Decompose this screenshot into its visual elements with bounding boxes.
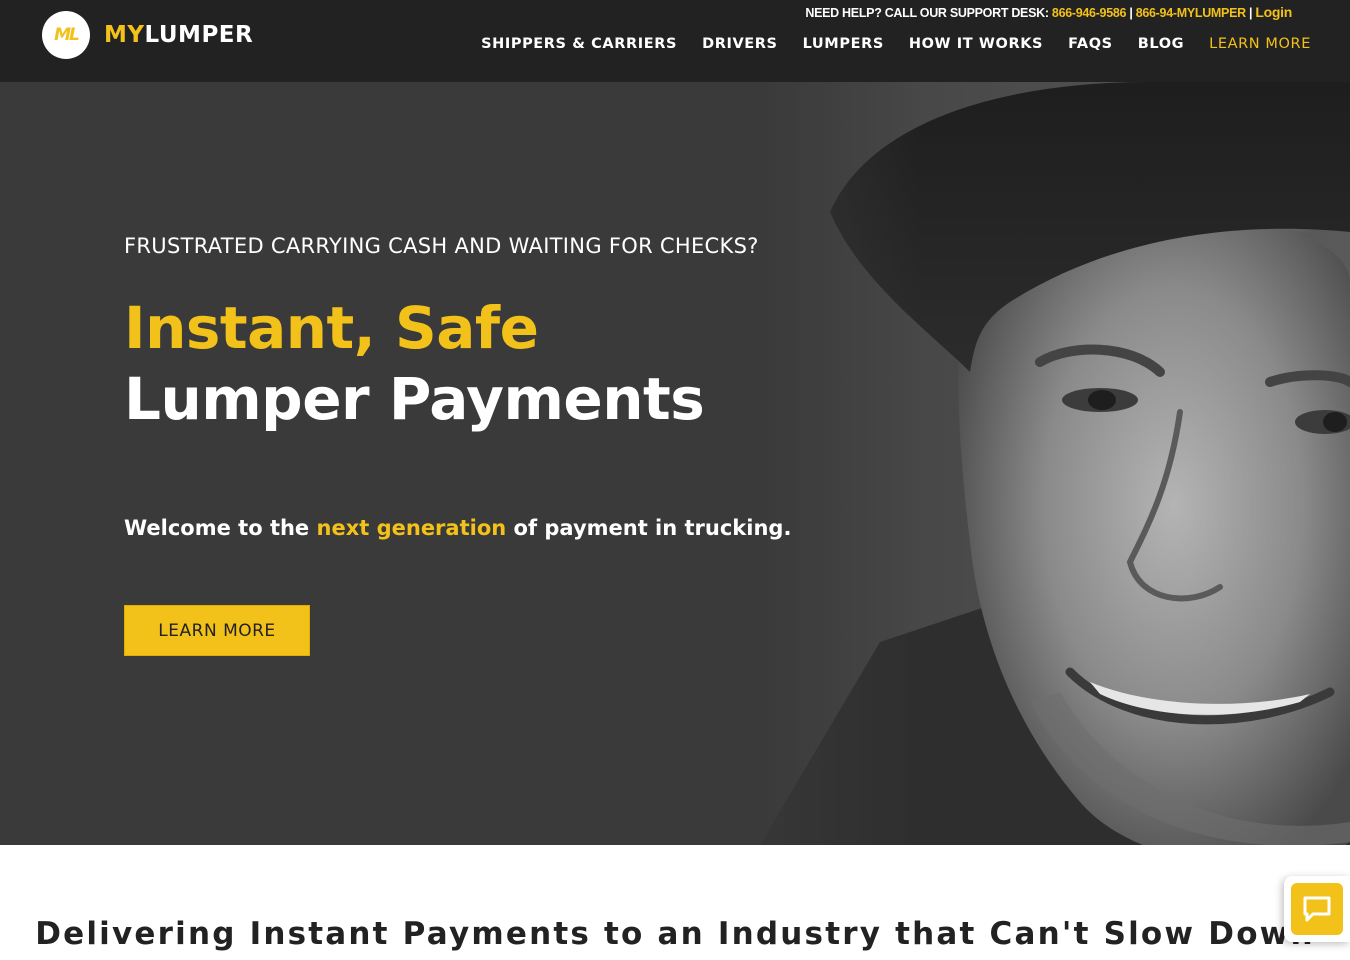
support-bar: NEED HELP? CALL OUR SUPPORT DESK: 866-94…: [805, 4, 1292, 20]
hero-title-line-1: Instant, Safe: [124, 294, 539, 362]
section-heading: Delivering Instant Payments to an Indust…: [35, 916, 1315, 952]
hero-photo-driver: [0, 82, 1350, 845]
hero-tagline-highlight: next generation: [316, 516, 507, 540]
logo-word-my: MY: [104, 22, 145, 48]
hero-title-line-2: Lumper Payments: [124, 365, 705, 433]
support-phone-link[interactable]: 866-946-9586: [1052, 6, 1127, 20]
logo-mark: ML: [54, 25, 80, 45]
support-label: NEED HELP? CALL OUR SUPPORT DESK:: [805, 6, 1049, 20]
logo-word-lumper: LUMPER: [144, 22, 254, 48]
hero-section: FRUSTRATED CARRYING CASH AND WAITING FOR…: [0, 82, 1350, 845]
support-phone-vanity-link[interactable]: 866-94-MYLUMPER: [1136, 6, 1246, 20]
hero-eyebrow: FRUSTRATED CARRYING CASH AND WAITING FOR…: [124, 234, 759, 258]
chat-widget[interactable]: [1284, 876, 1350, 942]
login-link[interactable]: Login: [1255, 4, 1292, 20]
nav-drivers[interactable]: DRIVERS: [702, 36, 778, 52]
support-separator: |: [1245, 6, 1256, 20]
chat-bubble-icon[interactable]: [1291, 883, 1343, 935]
nav-shippers-carriers[interactable]: SHIPPERS & CARRIERS: [481, 36, 677, 52]
site-header: ML MYLUMPER NEED HELP? CALL OUR SUPPORT …: [0, 0, 1350, 82]
main-nav: SHIPPERS & CARRIERS DRIVERS LUMPERS HOW …: [481, 36, 1311, 52]
logo-badge-icon: ML: [42, 11, 90, 59]
nav-blog[interactable]: BLOG: [1138, 36, 1184, 52]
hero-tagline-after: of payment in trucking.: [506, 516, 792, 540]
hero-learn-more-button[interactable]: LEARN MORE: [124, 605, 310, 656]
support-separator: |: [1126, 6, 1136, 20]
nav-lumpers[interactable]: LUMPERS: [803, 36, 884, 52]
nav-learn-more[interactable]: LEARN MORE: [1209, 36, 1311, 52]
logo-wordmark: MYLUMPER: [104, 22, 253, 48]
nav-faqs[interactable]: FAQS: [1068, 36, 1113, 52]
nav-how-it-works[interactable]: HOW IT WORKS: [909, 36, 1043, 52]
logo[interactable]: ML MYLUMPER: [42, 11, 253, 59]
hero-tagline-before: Welcome to the: [124, 516, 317, 540]
hero-tagline: Welcome to the next generation of paymen…: [124, 516, 791, 540]
